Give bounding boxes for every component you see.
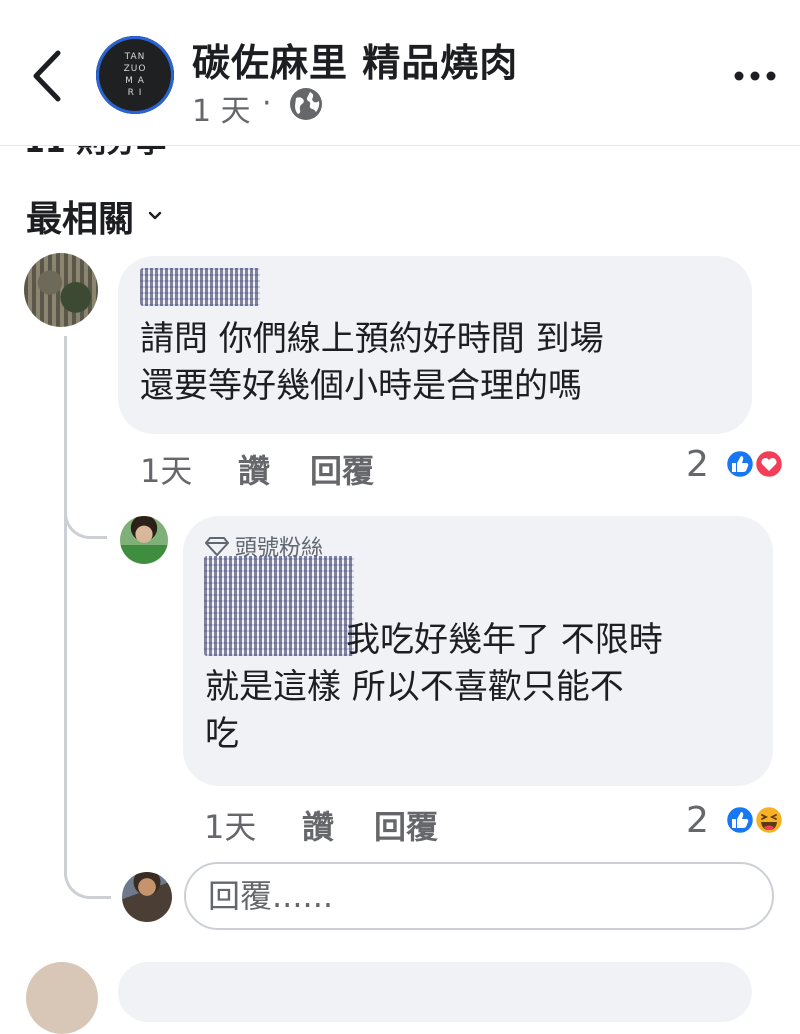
- globe-icon: [290, 88, 322, 120]
- reply-button[interactable]: 回覆: [374, 802, 438, 848]
- comment-time[interactable]: 1天: [140, 446, 192, 492]
- haha-icon: [753, 804, 785, 836]
- diamond-icon: [205, 537, 229, 556]
- more-options-icon[interactable]: [732, 54, 778, 94]
- reply-button[interactable]: 回覆: [310, 446, 374, 492]
- post-header: TAN ZUO M A R I 碳佐麻里 精品燒肉 1 天 ·: [0, 0, 800, 146]
- avatar-text-line: TAN: [124, 52, 146, 62]
- current-user-avatar: [122, 872, 172, 922]
- reply-input[interactable]: [184, 862, 774, 930]
- comment-text: 請問 你們線上預約好時間 到場 還要等好幾個小時是合理的嗎: [140, 319, 604, 406]
- love-icon: [753, 448, 785, 480]
- page-name[interactable]: 碳佐麻里 精品燒肉: [192, 32, 518, 87]
- thread-connector: [64, 850, 111, 899]
- reaction-count[interactable]: 2: [686, 800, 709, 841]
- comment-bubble: [118, 962, 752, 1022]
- post-time[interactable]: 1 天: [192, 86, 251, 130]
- thread-connector: [64, 490, 107, 539]
- reactions-summary[interactable]: [718, 804, 788, 836]
- like-button[interactable]: 讚: [238, 446, 270, 492]
- reactions-summary[interactable]: [718, 448, 788, 480]
- avatar-text-line: R I: [127, 88, 143, 98]
- sort-selector[interactable]: 最相關: [26, 190, 162, 242]
- sort-label: 最相關: [26, 199, 135, 240]
- like-button[interactable]: 讚: [302, 802, 334, 848]
- avatar-text-line: ZUO: [123, 64, 147, 74]
- commenter-avatar[interactable]: [26, 962, 98, 1034]
- commenter-name-redacted[interactable]: [204, 556, 354, 656]
- thread-line: [64, 336, 67, 876]
- back-arrow-icon[interactable]: [22, 45, 72, 107]
- commenter-avatar[interactable]: [24, 253, 98, 327]
- commenter-name-redacted[interactable]: [140, 268, 260, 306]
- like-icon: [724, 448, 756, 480]
- chevron-down-icon: [148, 211, 162, 220]
- comment-text: 就是這樣 所以不喜歡只能不 吃: [205, 667, 624, 754]
- separator-dot: ·: [262, 86, 272, 121]
- reaction-count[interactable]: 2: [686, 444, 709, 485]
- comment-text-line: 我吃好幾年了 不限時: [346, 620, 663, 660]
- page-avatar[interactable]: TAN ZUO M A R I: [96, 36, 174, 114]
- comment-time[interactable]: 1天: [204, 802, 256, 848]
- commenter-avatar[interactable]: [120, 516, 168, 564]
- avatar-text-line: M A: [125, 76, 145, 86]
- like-icon: [724, 804, 756, 836]
